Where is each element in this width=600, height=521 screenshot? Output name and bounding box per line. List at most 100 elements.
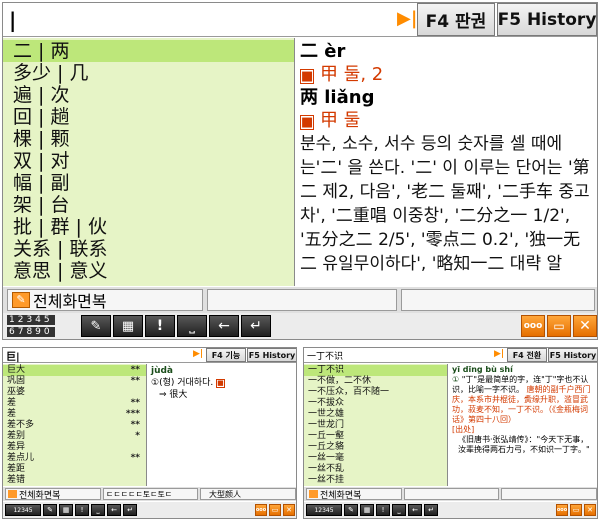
main-numpad[interactable]: 12345 67890: [7, 315, 55, 337]
list-item[interactable]: 遍 | 次: [3, 84, 294, 106]
list-item-word: 一丝不挂: [308, 475, 345, 485]
right-numpad-icon[interactable]: 12345: [306, 504, 342, 516]
left-space-icon[interactable]: ⎵: [91, 504, 105, 516]
exclamation-icon[interactable]: !: [145, 315, 175, 337]
right-hanja-icon[interactable]: ooo: [556, 504, 568, 516]
right-play-arrow-icon: ▶|: [494, 349, 505, 359]
list-item[interactable]: 巫婆: [3, 387, 146, 398]
main-def-meaning-1: 甲 둘, 2: [320, 64, 384, 85]
list-item[interactable]: 差点儿 **: [3, 453, 146, 464]
list-item[interactable]: 差距: [3, 464, 146, 475]
left-close-icon[interactable]: ✕: [283, 504, 295, 516]
close-icon[interactable]: ✕: [573, 315, 597, 337]
left-numpad-icon[interactable]: 12345: [5, 504, 41, 516]
list-item-word: 一丝不乱: [308, 464, 345, 474]
right-close-icon[interactable]: ✕: [584, 504, 596, 516]
left-def-head: jùdà: [151, 366, 174, 376]
list-item[interactable]: 多少 | 几: [3, 62, 294, 84]
list-item[interactable]: 一丁不识: [304, 365, 447, 376]
left-tab-f5[interactable]: F5 History: [247, 348, 296, 362]
list-item-word: 二 | 两: [13, 40, 70, 62]
main-top-bar: | ▶| F4 판권 F5 History: [3, 3, 597, 37]
left-enter-icon[interactable]: ↵: [123, 504, 137, 516]
left-search-input[interactable]: 巨|: [3, 348, 191, 363]
list-item[interactable]: 一丝一毫: [304, 453, 447, 464]
list-item[interactable]: 一丘一壑: [304, 431, 447, 442]
list-item[interactable]: 关系 | 联系: [3, 238, 294, 260]
main-def-tag-2: ■ 甲 둘: [300, 109, 594, 132]
right-minimize-icon[interactable]: ▭: [570, 504, 582, 516]
right-exclamation-icon[interactable]: !: [376, 504, 390, 516]
right-word-list: 一丁不识 一不做，二不休 一不压众，百不随一 一不拔众 一世之雄 一世龙门 一丘一壑 一丘之貉…: [304, 364, 448, 486]
list-item-word: 幅 | 副: [13, 172, 70, 194]
main-search-input[interactable]: |: [3, 3, 395, 36]
list-item[interactable]: 一世龙门: [304, 420, 447, 431]
left-status-field-2: ㄷㄷㄷㄷㄷ토ㄷ토ㄷ: [103, 488, 198, 500]
left-top-bar: 巨| ▶| F4 기능 F5 History: [3, 348, 296, 363]
right-enter-icon[interactable]: ↵: [424, 504, 438, 516]
left-exclamation-icon[interactable]: !: [75, 504, 89, 516]
right-tab-f5[interactable]: F5 History: [548, 348, 597, 362]
right-def-head: yī dīng bù shí: [452, 365, 513, 374]
left-status-field-3: 大型颜人: [200, 488, 296, 500]
left-pencil-eraser-icon[interactable]: ✎: [43, 504, 57, 516]
right-tab-f4[interactable]: F4 전환: [507, 348, 547, 362]
left-hanja-icon[interactable]: ooo: [255, 504, 267, 516]
list-item[interactable]: 一丝不挂: [304, 475, 447, 486]
left-backspace-icon[interactable]: ←: [107, 504, 121, 516]
hanja-icon[interactable]: ooo: [521, 315, 545, 337]
main-numpad-row-1: 12345: [7, 315, 55, 325]
list-item[interactable]: 架 | 台: [3, 194, 294, 216]
backspace-icon[interactable]: ←: [209, 315, 239, 337]
minimize-icon[interactable]: ▭: [547, 315, 571, 337]
list-item-word: 巩固: [7, 376, 26, 386]
left-play-arrow-icon: ▶|: [193, 349, 204, 359]
list-item[interactable]: 批 | 群 | 伙: [3, 216, 294, 238]
list-item[interactable]: 一不做，二不休: [304, 376, 447, 387]
list-item[interactable]: 差错: [3, 475, 146, 486]
list-item[interactable]: 一不压众，百不随一: [304, 387, 447, 398]
right-pencil-eraser-icon[interactable]: ✎: [344, 504, 358, 516]
right-backspace-icon[interactable]: ←: [408, 504, 422, 516]
right-search-input[interactable]: 一丁不识: [304, 348, 492, 362]
list-item[interactable]: 差 **: [3, 398, 146, 409]
left-minimize-icon[interactable]: ▭: [269, 504, 281, 516]
left-status-fullscreen[interactable]: 전체화면복: [5, 488, 101, 500]
left-keyboard-icon[interactable]: ▦: [59, 504, 73, 516]
list-item[interactable]: 双 | 对: [3, 150, 294, 172]
pencil-eraser-icon[interactable]: ✎: [81, 315, 111, 337]
keyboard-icon[interactable]: ▦: [113, 315, 143, 337]
list-item[interactable]: 差 ***: [3, 409, 146, 420]
list-item[interactable]: 幅 | 副: [3, 172, 294, 194]
list-item[interactable]: 意思 | 意义: [3, 260, 294, 282]
list-item[interactable]: 巩固 **: [3, 376, 146, 387]
list-item[interactable]: 回 | 趟: [3, 106, 294, 128]
list-item[interactable]: 一世之雄: [304, 409, 447, 420]
space-icon[interactable]: ⎵: [177, 315, 207, 337]
right-top-bar: 一丁不识 ▶| F4 전환 F5 History: [304, 348, 597, 363]
main-toolbar: 12345 67890 ✎ ▦ ! ⎵ ← ↵ ooo ▭ ✕: [3, 313, 597, 339]
list-item[interactable]: 差别 *: [3, 431, 146, 442]
right-keyboard-icon[interactable]: ▦: [360, 504, 374, 516]
list-item[interactable]: 差不多 **: [3, 420, 146, 431]
main-status-field-3: [401, 289, 595, 311]
left-status-bar: 전체화면복 ㄷㄷㄷㄷㄷ토ㄷ토ㄷ 大型颜人: [3, 487, 296, 501]
right-status-edit-icon: [309, 490, 318, 498]
enter-icon[interactable]: ↵: [241, 315, 271, 337]
right-space-icon[interactable]: ⎵: [392, 504, 406, 516]
list-item[interactable]: 一丘之貉: [304, 442, 447, 453]
main-status-fullscreen[interactable]: ✎ 전체화면복: [7, 289, 203, 311]
list-item[interactable]: 差异: [3, 442, 146, 453]
list-item[interactable]: 一不拔众: [304, 398, 447, 409]
left-status-edit-icon: [8, 490, 17, 498]
list-item-word: 多少 | 几: [13, 62, 89, 84]
list-item[interactable]: 二 | 两: [3, 40, 294, 62]
list-item[interactable]: 棵 | 颗: [3, 128, 294, 150]
list-item[interactable]: 一丝不乱: [304, 464, 447, 475]
list-item[interactable]: 巨大 **: [3, 365, 146, 376]
left-word-list: 巨大 ** 巩固 ** 巫婆差 ** 差 *** 差不多 ** 差别 * 差异 差点儿 ** 差距 差错: [3, 364, 147, 486]
left-tab-f4[interactable]: F4 기능: [206, 348, 246, 362]
main-tab-f4[interactable]: F4 판권: [417, 3, 495, 36]
right-status-fullscreen[interactable]: 전체화면복: [306, 488, 402, 500]
main-tab-f5[interactable]: F5 History: [497, 3, 597, 36]
